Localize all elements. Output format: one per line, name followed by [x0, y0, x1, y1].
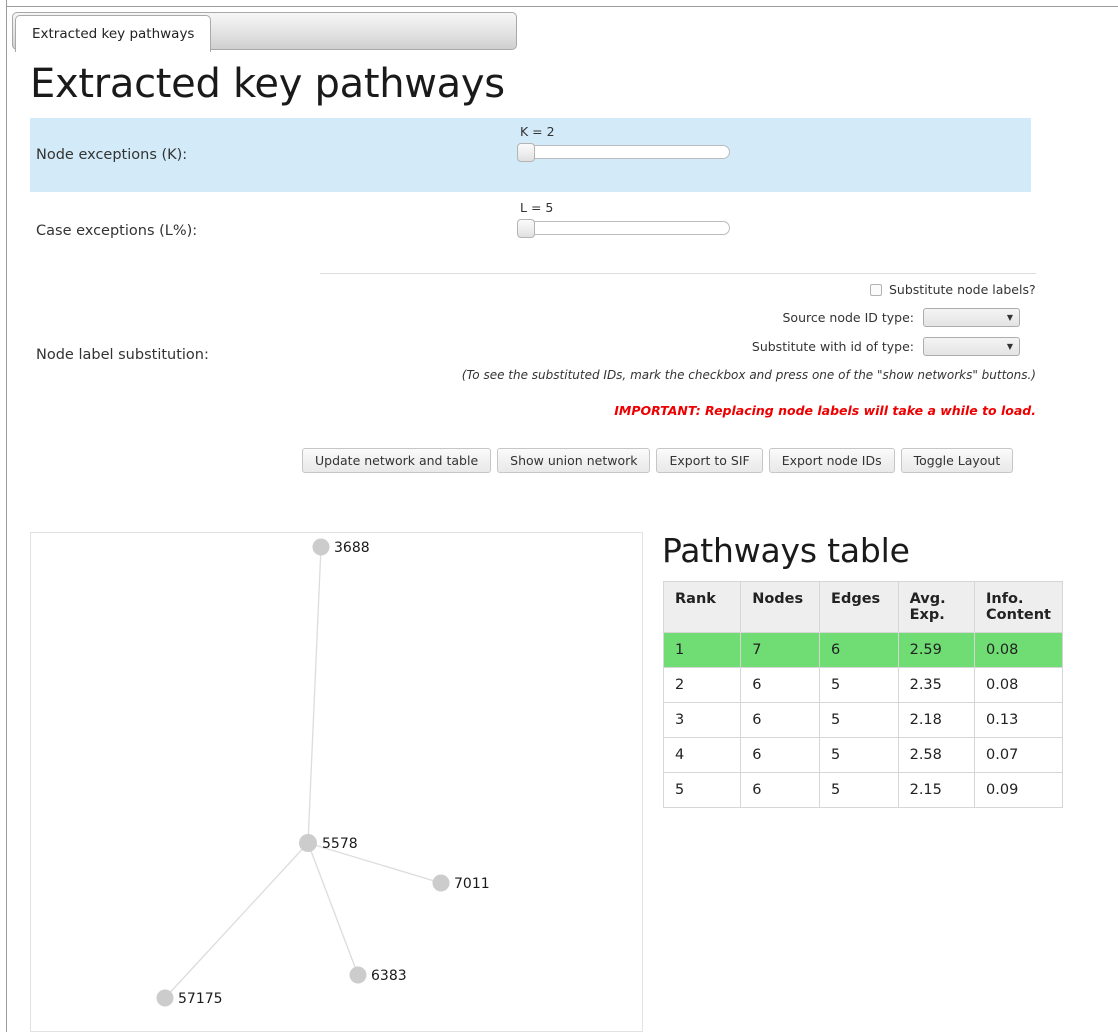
network-node-label-7011: 7011 — [454, 876, 490, 892]
column-header-rank[interactable]: Rank — [662, 581, 742, 633]
network-node-57175[interactable] — [156, 989, 174, 1007]
cell-avg-exp: 2.58 — [897, 737, 976, 773]
substitute-with-id-of-type-row: Substitute with id of type: ▼ — [320, 337, 1020, 356]
table-row[interactable]: 4 6 5 2.58 0.07 — [662, 737, 1063, 773]
section-divider — [320, 273, 1036, 274]
cell-edges: 5 — [819, 667, 899, 703]
source-node-id-type-row: Source node ID type: ▼ — [320, 308, 1020, 327]
network-node-7011[interactable] — [432, 874, 450, 892]
network-edges — [164, 546, 442, 999]
edge-3688-5578 — [307, 546, 322, 844]
cell-edges: 5 — [819, 737, 899, 773]
column-header-edges[interactable]: Edges — [819, 581, 899, 633]
network-node-3688[interactable] — [312, 538, 330, 556]
cell-avg-exp: 2.18 — [897, 702, 976, 738]
pathways-table-title: Pathways table — [662, 531, 910, 570]
param-row-node-exceptions: Node exceptions (K): K = 2 — [30, 118, 1031, 192]
tab-bar: Extracted key pathways — [12, 12, 517, 52]
slider-value-l: L = 5 — [520, 200, 554, 215]
show-union-network-button[interactable]: Show union network — [497, 448, 651, 473]
chevron-down-icon: ▼ — [1006, 312, 1013, 322]
cell-nodes: 6 — [740, 772, 821, 808]
network-node-label-5578: 5578 — [322, 836, 358, 852]
edge-5578-57175 — [164, 842, 309, 999]
param-label-node-exceptions: Node exceptions (K): — [36, 147, 188, 163]
cell-edges: 5 — [819, 702, 899, 738]
export-to-sif-button[interactable]: Export to SIF — [656, 448, 763, 473]
edge-5578-6383 — [307, 842, 359, 976]
param-row-case-exceptions: Case exceptions (L%): L = 5 — [30, 194, 1031, 268]
network-visualization-panel[interactable]: 3688 5578 7011 6383 57175 — [30, 532, 643, 1032]
column-header-nodes[interactable]: Nodes — [740, 581, 821, 633]
cell-rank: 5 — [662, 772, 742, 808]
cell-info-content: 0.08 — [974, 667, 1063, 703]
cell-info-content: 0.07 — [974, 737, 1063, 773]
pathways-table: Rank Nodes Edges Avg. Exp. Info. Content… — [662, 581, 1063, 808]
substitute-with-id-of-type-label: Substitute with id of type: — [751, 339, 914, 354]
table-row[interactable]: 3 6 5 2.18 0.13 — [662, 702, 1063, 738]
network-node-label-3688: 3688 — [334, 540, 370, 556]
param-label-node-label-substitution: Node label substitution: — [36, 347, 209, 363]
substitute-node-labels-row[interactable]: Substitute node labels? — [870, 282, 1036, 297]
slider-handle-k[interactable] — [517, 143, 535, 162]
table-row[interactable]: 1 7 6 2.59 0.08 — [662, 632, 1063, 668]
table-header-row: Rank Nodes Edges Avg. Exp. Info. Content — [662, 581, 1063, 633]
source-node-id-type-select[interactable]: ▼ — [923, 308, 1020, 327]
substitute-node-labels-checkbox[interactable] — [870, 283, 882, 296]
slider-handle-l[interactable] — [517, 219, 535, 238]
cell-rank: 1 — [662, 632, 742, 668]
cell-nodes: 7 — [740, 632, 821, 668]
table-row[interactable]: 2 6 5 2.35 0.08 — [662, 667, 1063, 703]
cell-edges: 5 — [819, 772, 899, 808]
network-graph[interactable]: 3688 5578 7011 6383 57175 — [31, 533, 643, 1032]
cell-rank: 2 — [662, 667, 742, 703]
column-header-info-content[interactable]: Info. Content — [974, 581, 1063, 633]
slider-value-k: K = 2 — [520, 124, 555, 139]
network-nodes[interactable]: 3688 5578 7011 6383 57175 — [156, 538, 490, 1008]
substitute-node-labels-label: Substitute node labels? — [889, 282, 1036, 297]
network-node-6383[interactable] — [349, 966, 367, 984]
update-network-and-table-button[interactable]: Update network and table — [302, 448, 492, 473]
cell-avg-exp: 2.35 — [897, 667, 976, 703]
chevron-down-icon: ▼ — [1006, 341, 1013, 351]
tab-extracted-key-pathways[interactable]: Extracted key pathways — [15, 15, 212, 52]
network-node-5578[interactable] — [299, 834, 317, 852]
action-button-row: Update network and table Show union netw… — [302, 448, 1014, 473]
cell-rank: 4 — [662, 737, 742, 773]
network-node-label-57175: 57175 — [178, 991, 223, 1007]
table-row[interactable]: 5 6 5 2.15 0.09 — [662, 772, 1063, 808]
application-page: Extracted key pathways Extracted key pat… — [0, 0, 1118, 1032]
substitute-with-id-of-type-select[interactable]: ▼ — [923, 337, 1020, 356]
cell-info-content: 0.08 — [974, 632, 1063, 668]
cell-rank: 3 — [662, 702, 742, 738]
substitution-hint: (To see the substituted IDs, mark the ch… — [461, 368, 1036, 382]
cell-nodes: 6 — [740, 737, 821, 773]
cell-avg-exp: 2.15 — [897, 772, 976, 808]
slider-track-k[interactable] — [517, 143, 730, 162]
substitution-important-warning: IMPORTANT: Replacing node labels will ta… — [614, 403, 1036, 418]
slider-group-k: K = 2 — [517, 124, 730, 162]
source-node-id-type-label: Source node ID type: — [782, 310, 915, 325]
export-node-ids-button[interactable]: Export node IDs — [768, 448, 895, 473]
column-header-avg-exp[interactable]: Avg. Exp. — [897, 581, 976, 633]
cell-nodes: 6 — [740, 667, 821, 703]
page-title: Extracted key pathways — [30, 61, 505, 107]
cell-edges: 6 — [819, 632, 899, 668]
toggle-layout-button[interactable]: Toggle Layout — [900, 448, 1014, 473]
tab-label: Extracted key pathways — [32, 26, 195, 42]
cell-info-content: 0.13 — [974, 702, 1063, 738]
network-node-label-6383: 6383 — [371, 968, 407, 984]
cell-avg-exp: 2.59 — [897, 632, 976, 668]
slider-group-l: L = 5 — [517, 200, 730, 238]
cell-info-content: 0.09 — [974, 772, 1063, 808]
slider-track-l[interactable] — [517, 219, 730, 238]
param-label-case-exceptions: Case exceptions (L%): — [36, 223, 198, 239]
page-border-left — [6, 0, 7, 1032]
cell-nodes: 6 — [740, 702, 821, 738]
page-border-top — [6, 6, 1118, 7]
